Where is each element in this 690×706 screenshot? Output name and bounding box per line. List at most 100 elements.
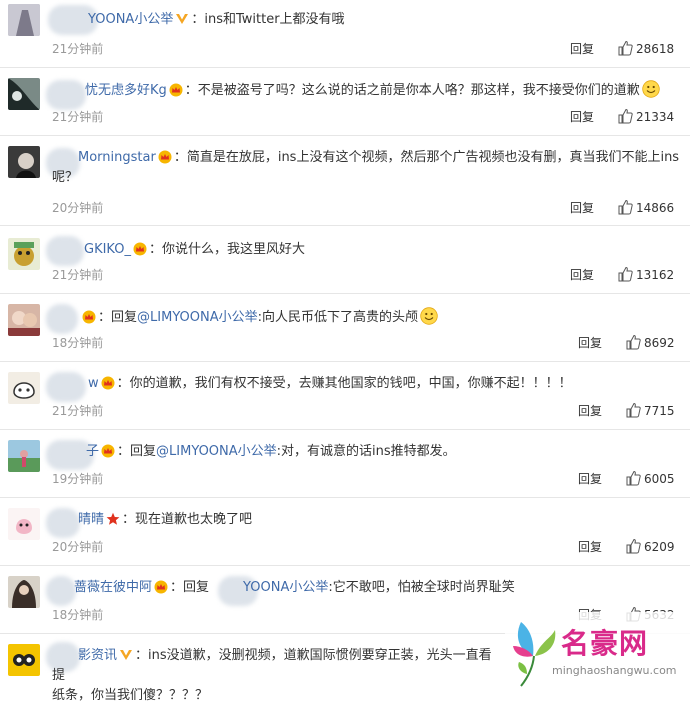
like-button[interactable]: 28618: [617, 40, 674, 56]
comment-time: 21分钟前: [52, 268, 104, 282]
username-link[interactable]: YOONA小公举: [88, 12, 173, 27]
thumbs-up-icon: [618, 108, 633, 124]
crown-badge-icon: [82, 310, 96, 324]
reply-button[interactable]: 回复: [570, 40, 594, 57]
comment-text: 你说什么，我这里风好大: [162, 242, 306, 257]
comment-text: :对，有诚意的话ins推特都发。: [276, 444, 456, 459]
mention-link[interactable]: @LIMYOONA小公举: [156, 444, 277, 459]
username-link[interactable]: 晴晴: [78, 512, 104, 527]
avatar[interactable]: [8, 508, 40, 540]
thumbs-up-icon: [626, 538, 641, 554]
red-star-icon: [106, 512, 120, 525]
comment-item: YOONA小公举 ：ins和Twitter上都没有哦 21分钟前 回复 28618: [0, 0, 690, 68]
username-link[interactable]: 蔷薇在彼中阿: [74, 580, 152, 595]
comment-item: GKIKO_ ：你说什么，我这里风好大 21分钟前 回复 13162: [0, 226, 690, 294]
comment-time: 20分钟前: [52, 540, 104, 554]
username-link[interactable]: Morningstar: [78, 150, 156, 165]
crown-badge-icon: [101, 444, 115, 458]
like-count: 13162: [636, 268, 675, 282]
username-link[interactable]: GKIKO_: [84, 242, 131, 257]
watermark-title: 名豪网: [561, 627, 649, 660]
comment-time: 20分钟前: [52, 201, 104, 215]
comment-time: 18分钟前: [52, 336, 104, 350]
username-link[interactable]: 子: [86, 444, 99, 459]
reply-button[interactable]: 回复: [570, 108, 594, 125]
comment-text: ins和Twitter上都没有哦: [204, 12, 345, 27]
crown-badge-icon: [154, 580, 168, 594]
comment-time: 21分钟前: [52, 404, 104, 418]
thumbs-up-icon: [618, 266, 633, 282]
comment-list: YOONA小公举 ：ins和Twitter上都没有哦 21分钟前 回复 28618…: [0, 0, 690, 703]
comment-text-continued: 纸条，你当我们傻？？？？: [52, 688, 209, 703]
username-link[interactable]: 影资讯: [78, 648, 117, 663]
crown-badge-icon: [169, 83, 183, 97]
comment-item: 子：回复@LIMYOONA小公举:对，有诚意的话ins推特都发。 19分钟前 回…: [0, 430, 690, 498]
username-link[interactable]: 忧无虑多好Kg: [85, 83, 167, 98]
comment-text: ins没道歉，没删视频，道歉国际惯例要穿正装，光头一直看提: [52, 648, 492, 683]
username-link[interactable]: w: [88, 376, 99, 391]
reply-prefix: 回复: [111, 310, 138, 325]
comment-item: Morningstar ：简直是在放屁，ins上没有这个视频，然后那个广告视频也没…: [0, 136, 690, 226]
comment-time: 18分钟前: [52, 608, 104, 622]
mention-link[interactable]: YOONA小公举: [243, 580, 328, 595]
thumbs-up-icon: [626, 402, 641, 418]
comment-text: 你的道歉，我们有权不接受，去赚其他国家的钱吧，中国，你赚不起！！！！: [129, 376, 572, 391]
like-button[interactable]: 7715: [625, 402, 675, 418]
thumbs-up-icon: [626, 334, 641, 350]
comment-text: 简直是在放屁，ins上没有这个视频，然后那个广告视频也没有删，真当我们不能上in…: [186, 150, 680, 165]
comment-text: :向人民币低下了高贵的头颅: [257, 310, 419, 325]
reply-button[interactable]: 回复: [578, 538, 602, 555]
like-button[interactable]: 21334: [617, 108, 674, 124]
like-button[interactable]: 14866: [617, 199, 674, 215]
like-button[interactable]: 13162: [617, 266, 674, 282]
reply-prefix: 回复: [183, 580, 210, 595]
comment-text: 不是被盗号了吗？这么说的话之前是你本人咯？那这样，我不接受你们的道歉: [197, 83, 640, 98]
like-count: 8692: [644, 336, 675, 350]
avatar[interactable]: [8, 78, 40, 110]
crown-badge-icon: [101, 376, 115, 390]
reply-button[interactable]: 回复: [570, 199, 594, 216]
comment-time: 21分钟前: [52, 110, 104, 124]
avatar[interactable]: [8, 146, 40, 178]
thumbs-up-icon: [618, 199, 633, 215]
avatar[interactable]: [8, 238, 40, 270]
mention-link[interactable]: @LIMYOONA小公举: [137, 310, 258, 325]
comment-time: 21分钟前: [52, 42, 104, 56]
site-watermark: 名豪网 minghaoshangwu.com: [505, 612, 690, 694]
comment-time: 19分钟前: [52, 472, 104, 486]
like-button[interactable]: 8692: [625, 334, 675, 350]
like-button[interactable]: 6209: [625, 538, 675, 554]
flower-logo-icon: [513, 622, 556, 687]
verified-v-icon: [176, 14, 189, 24]
crown-badge-icon: [133, 242, 147, 256]
reply-button[interactable]: 回复: [578, 470, 602, 487]
like-count: 6209: [644, 540, 675, 554]
reply-button[interactable]: 回复: [578, 402, 602, 419]
like-count: 7715: [644, 404, 675, 418]
avatar[interactable]: [8, 372, 40, 404]
verified-v-icon: [120, 650, 133, 660]
reply-button[interactable]: 回复: [570, 266, 594, 283]
like-count: 21334: [636, 110, 675, 124]
comment-text: 现在道歉也太晚了吧: [135, 512, 253, 527]
reply-button[interactable]: 回复: [578, 334, 602, 351]
avatar[interactable]: [8, 304, 40, 336]
avatar[interactable]: [8, 576, 40, 608]
thumbs-up-icon: [626, 470, 641, 486]
reply-prefix: 回复: [130, 444, 157, 459]
comment-item: 忧无虑多好Kg ：不是被盗号了吗？这么说的话之前是你本人咯？那这样，我不接受你们的…: [0, 68, 690, 136]
like-count: 6005: [644, 472, 675, 486]
like-count: 14866: [636, 201, 675, 215]
avatar[interactable]: [8, 440, 40, 472]
thumbs-up-icon: [618, 40, 633, 56]
avatar[interactable]: [8, 644, 40, 676]
smile-emoji-icon: [420, 307, 438, 325]
comment-item: ：回复@LIMYOONA小公举:向人民币低下了高贵的头颅 18分钟前 回复 86…: [0, 294, 690, 362]
comment-text-continued: 呢？: [52, 170, 79, 185]
like-count: 28618: [636, 42, 675, 56]
comment-item: w ：你的道歉，我们有权不接受，去赚其他国家的钱吧，中国，你赚不起！！！！ 21分…: [0, 362, 690, 430]
smile-emoji-icon: [642, 80, 660, 98]
like-button[interactable]: 6005: [625, 470, 675, 486]
watermark-url: minghaoshangwu.com: [552, 664, 677, 677]
avatar[interactable]: [8, 4, 40, 36]
